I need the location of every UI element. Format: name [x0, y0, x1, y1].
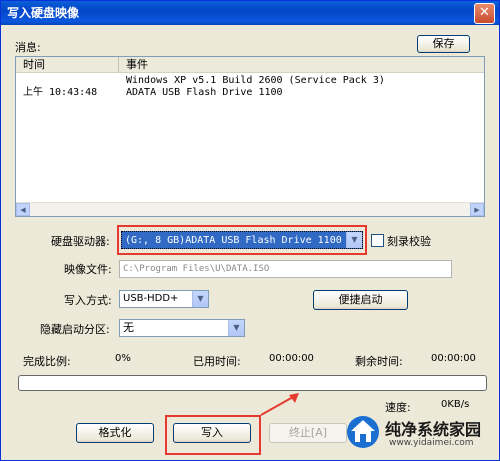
- chevron-down-icon[interactable]: ▼: [228, 320, 244, 336]
- watermark-url: www.yidaimei.com: [389, 438, 474, 448]
- image-file-field[interactable]: C:\Program Files\U\DATA.ISO: [119, 260, 452, 278]
- verify-checkbox[interactable]: [371, 234, 384, 247]
- watermark-brand: 纯净系统家园: [385, 420, 482, 439]
- log-time: 上午 10:43:48: [23, 87, 98, 98]
- dialog-window: 写入硬盘映像 ✕ 消息: 保存 时间 事件 Windows XP v5.1 Bu…: [0, 0, 500, 461]
- image-file-label: 映像文件:: [64, 263, 112, 276]
- house-logo-icon: [347, 416, 379, 448]
- highlight-box-drive: [117, 225, 367, 255]
- close-button[interactable]: ✕: [474, 3, 495, 24]
- save-button[interactable]: 保存: [417, 35, 470, 53]
- speed-value: 0KB/s: [441, 399, 470, 410]
- close-icon: ✕: [479, 5, 490, 20]
- horizontal-scrollbar[interactable]: ◀ ▶: [16, 202, 484, 216]
- hide-partition-select[interactable]: 无 ▼: [119, 319, 245, 337]
- elapsed-value: 00:00:00: [269, 353, 314, 364]
- stop-button[interactable]: 终止[A]: [269, 423, 347, 443]
- annotation-arrow-icon: [260, 393, 299, 416]
- column-header-event[interactable]: 事件: [119, 57, 484, 73]
- chevron-down-icon[interactable]: ▼: [192, 291, 208, 307]
- message-log-list[interactable]: 时间 事件 Windows XP v5.1 Build 2600 (Servic…: [15, 56, 485, 217]
- write-mode-label: 写入方式:: [64, 294, 112, 307]
- highlight-box-write: [165, 415, 261, 455]
- log-event: ADATA USB Flash Drive 1100: [126, 87, 283, 98]
- scroll-left-icon[interactable]: ◀: [16, 203, 30, 216]
- remaining-value: 00:00:00: [431, 353, 476, 364]
- quick-boot-button[interactable]: 便捷启动: [313, 290, 408, 310]
- write-mode-value: USB-HDD+: [123, 293, 179, 304]
- hide-partition-label: 隐藏启动分区:: [40, 323, 110, 336]
- title-bar[interactable]: 写入硬盘映像 ✕: [1, 1, 499, 25]
- write-mode-select[interactable]: USB-HDD+ ▼: [119, 290, 209, 308]
- complete-label: 完成比例:: [23, 355, 71, 368]
- watermark: 纯净系统家园 www.yidaimei.com: [345, 410, 493, 454]
- progress-bar: [18, 375, 487, 391]
- format-button[interactable]: 格式化: [76, 423, 154, 443]
- elapsed-label: 已用时间:: [193, 355, 241, 368]
- hide-partition-value: 无: [123, 321, 134, 334]
- window-title: 写入硬盘映像: [7, 6, 80, 20]
- scroll-right-icon[interactable]: ▶: [470, 203, 484, 216]
- message-label: 消息:: [15, 41, 41, 54]
- drive-label: 硬盘驱动器:: [51, 235, 110, 248]
- column-header-time[interactable]: 时间: [16, 57, 119, 73]
- remaining-label: 剩余时间:: [355, 355, 403, 368]
- verify-label: 刻录校验: [387, 235, 431, 248]
- complete-value: 0%: [115, 353, 131, 364]
- list-header: 时间 事件: [16, 57, 484, 73]
